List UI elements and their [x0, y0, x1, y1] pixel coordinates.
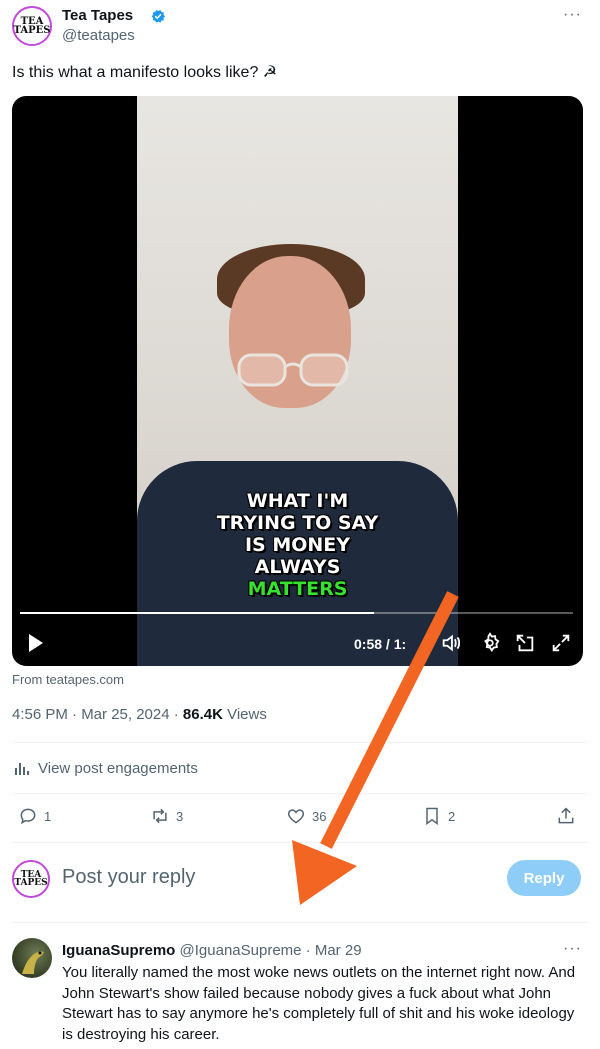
video-time: 0:58 / 1: — [354, 636, 407, 652]
repost-icon — [153, 808, 167, 824]
repost-button[interactable]: 3 — [150, 806, 183, 826]
divider — [12, 742, 588, 743]
author-handle[interactable]: @teatapes — [62, 27, 135, 44]
caption-line: IS MONEY — [244, 534, 351, 556]
video-player[interactable]: WHAT I'M TRYING TO SAY IS MONEY ALWAYS M… — [12, 96, 583, 666]
divider — [12, 922, 588, 923]
caption-line: TRYING TO SAY — [216, 512, 379, 534]
reply-submit-button[interactable]: Reply — [507, 860, 581, 896]
source-link[interactable]: From teatapes.com — [12, 672, 124, 687]
user-avatar: TEA TAPES — [12, 860, 50, 898]
repost-count: 3 — [176, 808, 184, 824]
video-controls: 0:58 / 1: — [12, 624, 583, 664]
reply-count: 1 — [44, 808, 52, 824]
reply-input[interactable]: Post your reply — [62, 866, 195, 889]
divider — [12, 793, 588, 794]
play-icon[interactable] — [26, 632, 46, 654]
share-button[interactable] — [556, 806, 576, 826]
post-header: TEA TAPES Tea Tapes @teatapes ··· — [12, 4, 588, 48]
commenter-name[interactable]: IguanaSupremo — [62, 942, 175, 959]
video-frame: WHAT I'M TRYING TO SAY IS MONEY ALWAYS M… — [137, 96, 458, 666]
video-caption: WHAT I'M TRYING TO SAY IS MONEY ALWAYS M… — [137, 490, 458, 600]
bookmark-icon — [426, 807, 438, 825]
engagements-label: View post engagements — [38, 759, 198, 777]
commenter-handle[interactable]: @IguanaSupreme — [180, 942, 302, 959]
caption-line: ALWAYS — [254, 556, 341, 578]
volume-icon[interactable] — [440, 632, 462, 654]
reply-icon — [20, 808, 36, 825]
like-icon — [287, 809, 305, 824]
author-name[interactable]: Tea Tapes — [62, 7, 133, 24]
analytics-icon — [15, 763, 29, 775]
caption-highlight: MATTERS — [247, 578, 348, 600]
video-progress-bar[interactable] — [20, 612, 573, 614]
video-progress-fill — [20, 612, 374, 614]
view-engagements-link[interactable]: View post engagements — [14, 759, 198, 777]
settings-icon[interactable] — [479, 632, 501, 654]
reply-composer: TEA TAPES Post your reply Reply — [12, 858, 588, 902]
comment-header: IguanaSupremo @IguanaSupreme · Mar 29 — [62, 942, 362, 959]
author-avatar[interactable]: TEA TAPES — [12, 6, 52, 46]
like-count: 36 — [312, 808, 327, 824]
post-actions: 1 3 36 2 — [12, 802, 588, 836]
comment-date[interactable]: · Mar 29 — [302, 942, 362, 959]
post-meta: 4:56 PM · Mar 25, 2024 · 86.4K Views — [12, 706, 267, 723]
fullscreen-icon[interactable] — [550, 632, 572, 654]
more-icon[interactable]: ··· — [563, 940, 582, 958]
divider — [12, 842, 588, 843]
views-count: 86.4K — [182, 706, 223, 723]
views-label: Views — [222, 706, 267, 723]
post-timestamp[interactable]: 4:56 PM · Mar 25, 2024 · — [12, 706, 183, 723]
comment-text: You literally named the most woke news o… — [62, 964, 576, 1043]
commenter-avatar[interactable] — [12, 938, 52, 978]
iguana-icon — [22, 951, 44, 974]
reply-button[interactable]: 1 — [18, 806, 51, 826]
video-person-glasses — [237, 353, 349, 387]
like-button[interactable]: 36 — [286, 806, 326, 826]
more-icon[interactable]: ··· — [563, 6, 582, 24]
share-icon — [558, 807, 574, 824]
verified-badge-icon — [151, 10, 165, 23]
bookmark-count: 2 — [448, 808, 456, 824]
caption-line: WHAT I'M — [246, 490, 349, 512]
post-text: Is this what a manifesto looks like? ☭ — [12, 64, 278, 81]
dock-icon[interactable] — [514, 632, 536, 654]
bookmark-button[interactable]: 2 — [422, 806, 455, 826]
